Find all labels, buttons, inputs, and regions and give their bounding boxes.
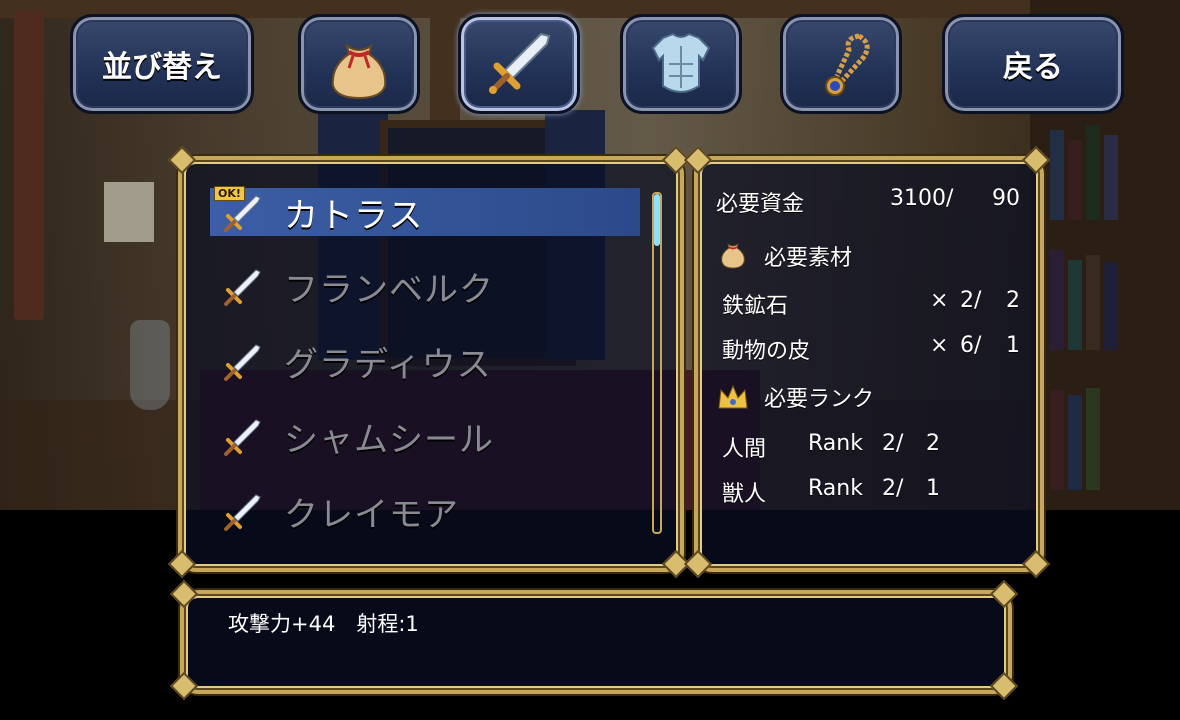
funds-have: 3100/: [890, 186, 954, 211]
rank-have: 2/: [882, 431, 904, 456]
list-item[interactable]: OK! カトラス: [210, 186, 640, 236]
bag-icon: [331, 43, 387, 100]
list-item[interactable]: クレイモア: [210, 487, 640, 535]
tab-armor[interactable]: [620, 14, 742, 114]
rank-label: 必要ランク: [764, 387, 875, 412]
sort-button[interactable]: 並び替え: [70, 14, 254, 114]
rank-word: Rank: [808, 431, 863, 456]
material-times: ×: [930, 333, 949, 358]
rank-need: 2: [926, 431, 940, 456]
crown-icon: [718, 384, 748, 409]
rank-need: 1: [926, 476, 940, 501]
necklace-icon: [825, 33, 870, 96]
scrollbar-thumb[interactable]: [654, 194, 660, 246]
item-name: フランベルク: [284, 269, 494, 310]
tab-items[interactable]: [298, 14, 420, 114]
materials-label: 必要素材: [764, 246, 853, 271]
sword-icon: [224, 269, 261, 306]
funds-label: 必要資金: [716, 192, 805, 217]
list-item[interactable]: シャムシール: [210, 412, 640, 460]
sword-icon: [224, 494, 261, 531]
item-name: クレイモア: [284, 494, 459, 535]
item-name: シャムシール: [284, 419, 494, 460]
rank-race: 人間: [722, 437, 767, 462]
material-name: 動物の皮: [722, 339, 811, 364]
bag-icon: [721, 242, 745, 269]
item-name: カトラス: [284, 195, 424, 236]
material-have: 2/: [960, 288, 982, 313]
tab-accessories[interactable]: [780, 14, 902, 114]
sword-icon: [224, 344, 261, 381]
list-item[interactable]: フランベルク: [210, 262, 640, 310]
back-button[interactable]: 戻る: [942, 14, 1124, 114]
sword-icon: [489, 32, 551, 94]
material-name: 鉄鉱石: [722, 294, 789, 319]
sword-icon: [224, 195, 261, 232]
item-description: 攻撃力+44 射程:1: [228, 612, 419, 636]
material-have: 6/: [960, 333, 982, 358]
material-need: 1: [1006, 333, 1020, 358]
rank-have: 2/: [882, 476, 904, 501]
funds-need: 90: [992, 186, 1020, 211]
tab-weapons[interactable]: [458, 14, 580, 114]
armor-icon: [651, 32, 711, 93]
item-name: グラディウス: [284, 344, 492, 385]
sword-icon: [224, 419, 261, 456]
description-panel: [180, 590, 1012, 694]
material-times: ×: [930, 288, 949, 313]
rank-race: 獣人: [722, 482, 767, 507]
material-need: 2: [1006, 288, 1020, 313]
rank-word: Rank: [808, 476, 863, 501]
list-item[interactable]: グラディウス: [210, 337, 640, 385]
